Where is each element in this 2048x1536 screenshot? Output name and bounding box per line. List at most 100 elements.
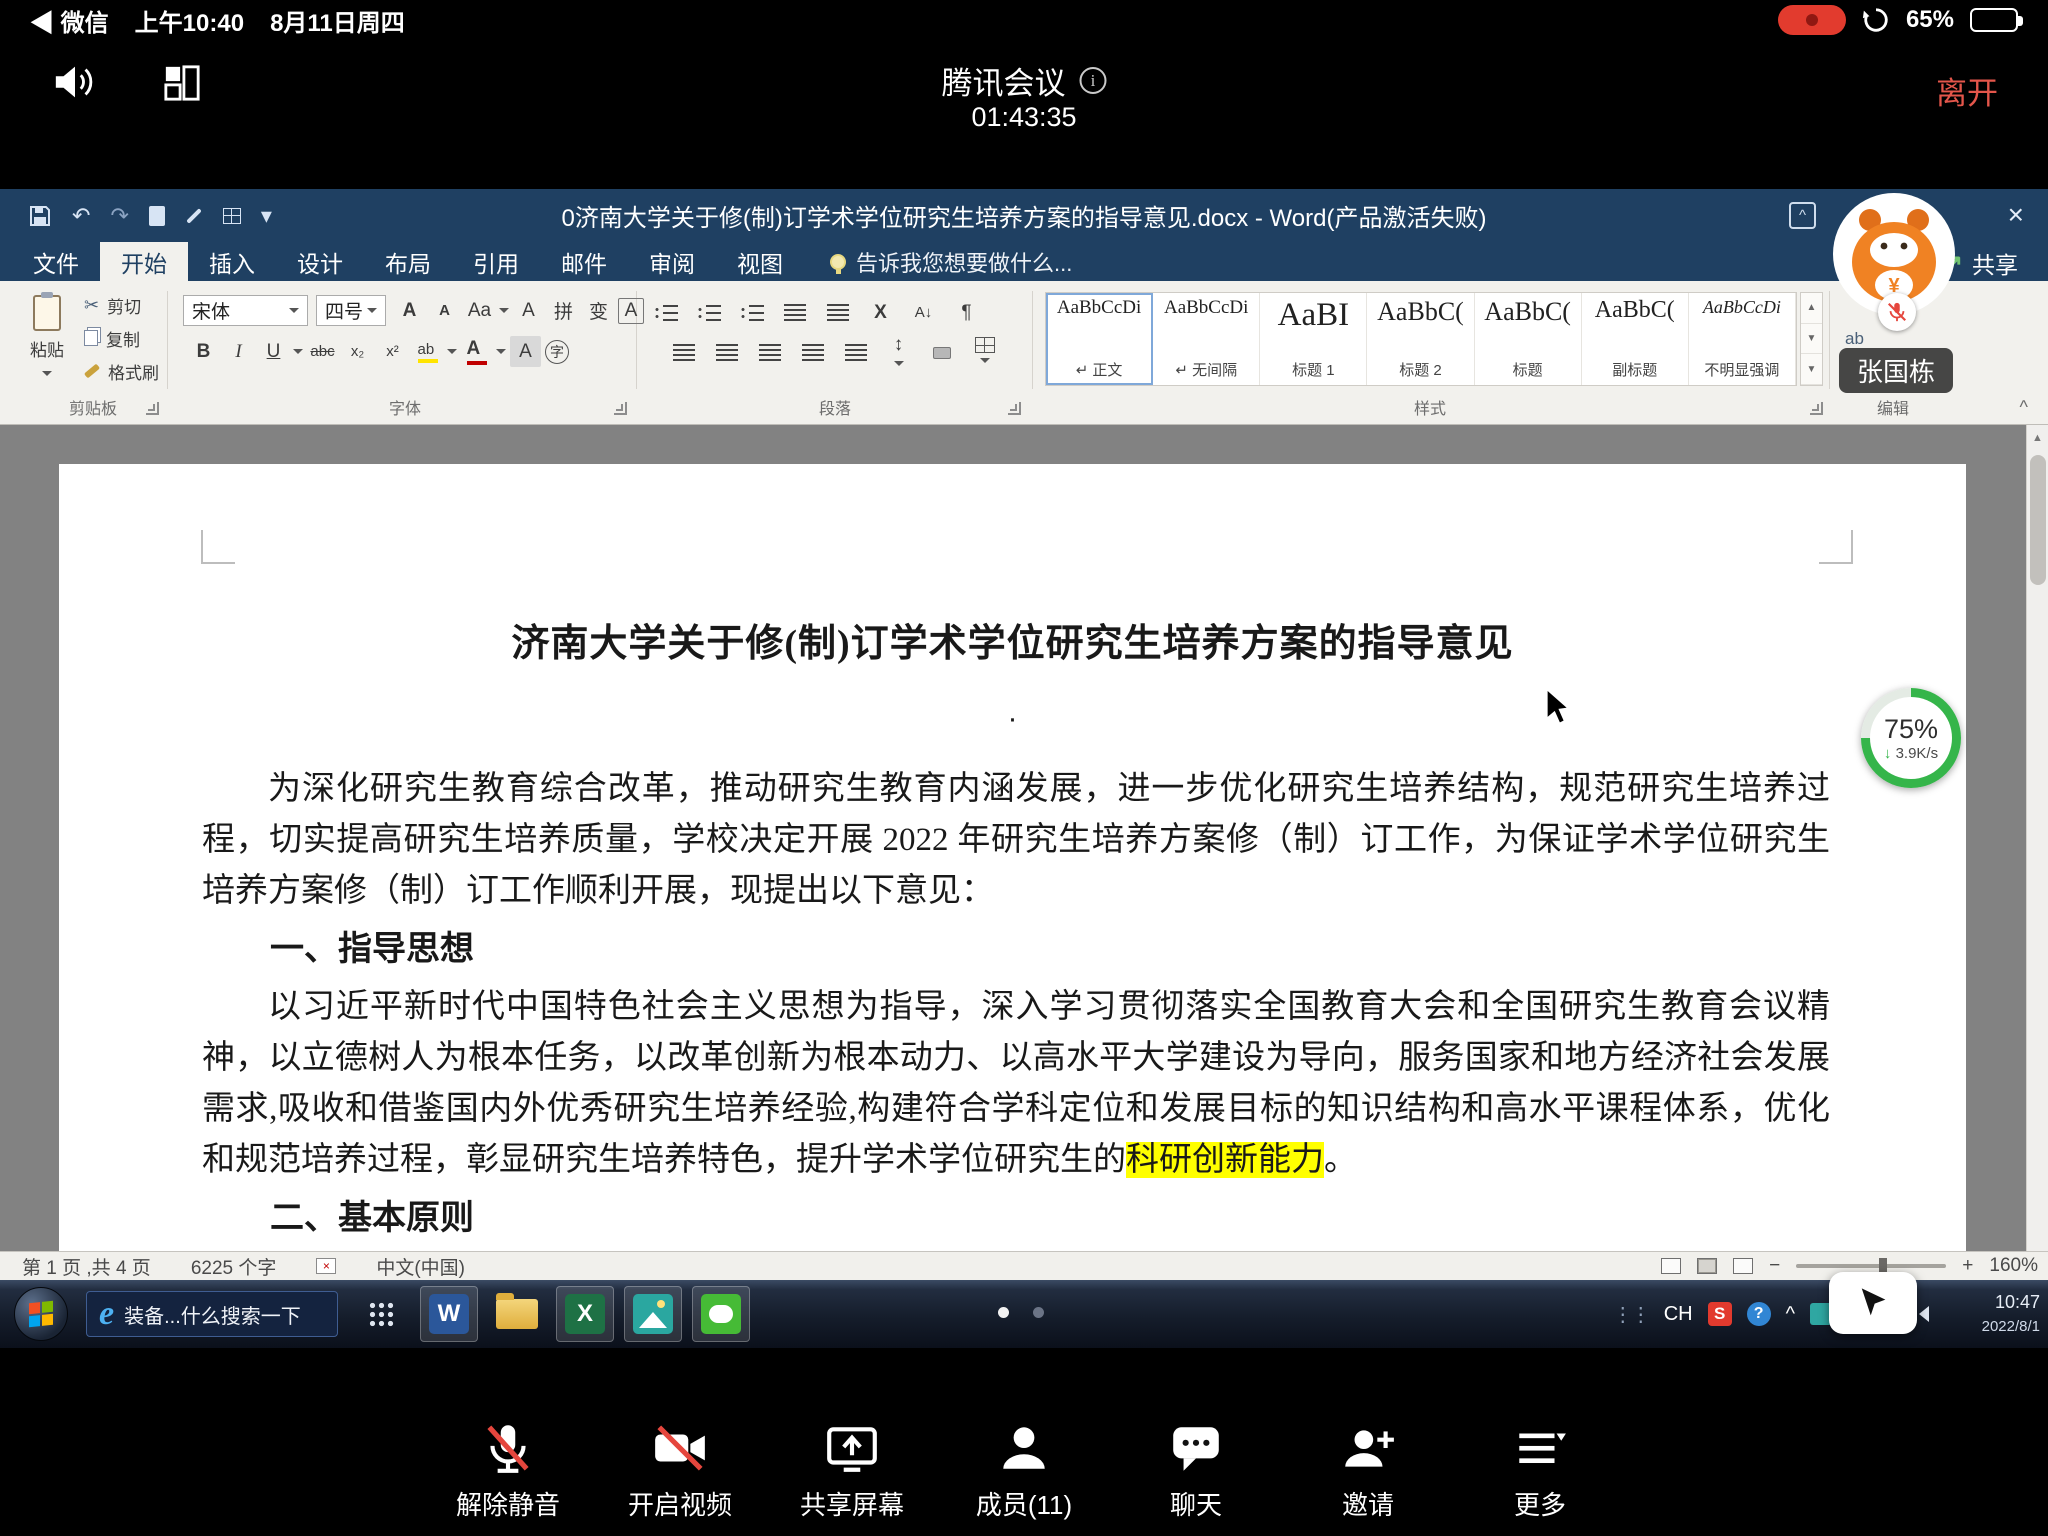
invite-button[interactable]: 邀请 [1282,1419,1454,1522]
tab-layout[interactable]: 布局 [364,242,452,281]
styles-gallery-scroll[interactable]: ▲ ▼ ▼ [1800,292,1823,386]
redo-icon[interactable]: ↷ [110,205,128,227]
grow-font-button[interactable]: A [394,295,425,326]
collapse-ribbon-icon[interactable]: ^ [2020,397,2028,418]
style-subtle-emphasis[interactable]: AaBbCcDi不明显强调 [1689,293,1796,385]
print-layout-icon[interactable] [1697,1258,1717,1274]
decrease-indent-button[interactable] [779,297,810,328]
justify-button[interactable] [797,337,828,368]
line-spacing-button[interactable]: ↕ [883,337,914,368]
language-indicator[interactable]: 中文(中国) [376,1253,465,1280]
more-button[interactable]: 更多 [1454,1419,1626,1522]
read-mode-icon[interactable] [1661,1258,1681,1274]
superscript-button[interactable]: x² [377,336,408,367]
close-window-icon[interactable]: × [2008,199,2024,231]
word-count[interactable]: 6225 个字 [191,1253,277,1280]
tab-file[interactable]: 文件 [12,242,100,281]
sogou-icon[interactable]: S [1708,1302,1732,1326]
italic-button[interactable]: I [223,336,254,367]
speaker-icon[interactable] [52,62,98,107]
style-normal[interactable]: AaBbCcDi↵ 正文 [1046,293,1153,385]
start-video-button[interactable]: 开启视频 [594,1419,766,1522]
cut-button[interactable]: ✂剪切 [84,293,159,317]
pen-icon[interactable] [186,208,202,224]
text-highlight-button[interactable]: ab [412,336,443,367]
tell-me-box[interactable]: 告诉我您想要做什么... [830,242,1072,281]
annotation-tool-button[interactable] [1829,1272,1917,1334]
chat-button[interactable]: 聊天 [1110,1419,1282,1522]
tab-view[interactable]: 视图 [716,242,804,281]
paste-button[interactable]: 粘贴 [20,295,74,389]
taskbar-wechat[interactable] [692,1286,750,1342]
distribute-button[interactable] [840,337,871,368]
ime-language[interactable]: CH [1664,1303,1693,1326]
zoom-in-icon[interactable]: + [1962,1255,1973,1277]
phonetic-guide-button[interactable]: 拼 [548,295,579,326]
tray-expand-icon[interactable]: ^ [1786,1303,1795,1326]
proofing-icon[interactable]: × [316,1258,336,1274]
network-speed-widget[interactable]: 75% ↓ 3.9K/s [1861,688,1961,788]
new-document-icon[interactable] [149,206,165,226]
character-shading-button[interactable]: A [510,336,541,367]
screen-recording-indicator[interactable] [1778,5,1846,35]
increase-indent-button[interactable] [822,297,853,328]
undo-icon[interactable]: ↶ [72,205,90,227]
layout-switch-icon[interactable] [162,64,202,107]
meeting-info-icon[interactable]: i [1080,67,1107,94]
table-icon[interactable] [223,208,241,224]
leave-button[interactable]: 离开 [1936,68,1998,113]
zoom-level[interactable]: 160% [1989,1255,2038,1277]
start-button[interactable] [14,1287,68,1341]
styles-scroll-down-icon[interactable]: ▼ [1801,324,1822,355]
font-dialog-launcher[interactable] [614,402,627,415]
align-center-button[interactable] [711,337,742,368]
change-case-button[interactable]: Aa [464,295,495,326]
tray-clock[interactable]: 10:47 2022/8/1 [1944,1291,2040,1338]
taskbar-excel[interactable]: X [556,1286,614,1342]
page-indicator-dots[interactable] [998,1307,1044,1318]
tab-home[interactable]: 开始 [100,242,188,281]
paragraph-dialog-launcher[interactable] [1008,402,1021,415]
styles-more-icon[interactable]: ▼ [1801,354,1822,385]
save-icon[interactable] [28,204,52,228]
tab-insert[interactable]: 插入 [188,242,276,281]
shading-button[interactable] [926,337,957,368]
format-painter-button[interactable]: 格式刷 [84,359,159,383]
taskbar-grid-icon[interactable] [352,1286,410,1342]
taskbar-photos[interactable] [624,1286,682,1342]
replace-button[interactable]: ab [1845,329,1864,349]
zoom-slider[interactable] [1796,1264,1946,1268]
members-button[interactable]: 成员(11) [938,1419,1110,1522]
share-screen-button[interactable]: 共享屏幕 [766,1419,938,1522]
page-indicator[interactable]: 第 1 页 ,共 4 页 [22,1253,151,1280]
enclose-characters-button[interactable]: 字 [545,340,569,364]
strikethrough-button[interactable]: abc [307,336,338,367]
font-color-button[interactable]: A [461,336,492,367]
align-left-button[interactable] [668,337,699,368]
subscript-button[interactable]: x₂ [342,336,373,367]
style-no-spacing[interactable]: AaBbCcDi↵ 无间隔 [1153,293,1260,385]
scrollbar-thumb[interactable] [2030,455,2046,585]
zoom-out-icon[interactable]: − [1769,1255,1780,1277]
back-to-app[interactable]: ◀ 微信 [30,3,109,38]
copy-button[interactable]: 复制 [84,326,159,350]
taskbar-word[interactable]: W [420,1286,478,1342]
asian-layout-button[interactable]: X [865,297,896,328]
borders-button[interactable] [969,337,1000,368]
tab-design[interactable]: 设计 [276,242,364,281]
sort-button[interactable]: A↓ [908,297,939,328]
tray-handle-icon[interactable]: ⋮⋮ [1613,1302,1649,1327]
style-heading1[interactable]: AaBI标题 1 [1260,293,1367,385]
style-heading2[interactable]: AaBbC(标题 2 [1367,293,1474,385]
tab-review[interactable]: 审阅 [628,242,716,281]
help-icon[interactable]: ? [1747,1302,1771,1326]
underline-button[interactable]: U [258,336,289,367]
vertical-scrollbar[interactable]: ▲ [2026,425,2048,1251]
qat-more-icon[interactable]: ▾ [261,205,272,227]
taskbar-explorer[interactable] [488,1286,546,1342]
numbering-button[interactable] [693,297,724,328]
tab-mailings[interactable]: 邮件 [540,242,628,281]
font-size-select[interactable]: 四号 [316,295,386,326]
character-border-button[interactable]: A [618,298,644,324]
show-marks-button[interactable]: ¶ [951,297,982,328]
